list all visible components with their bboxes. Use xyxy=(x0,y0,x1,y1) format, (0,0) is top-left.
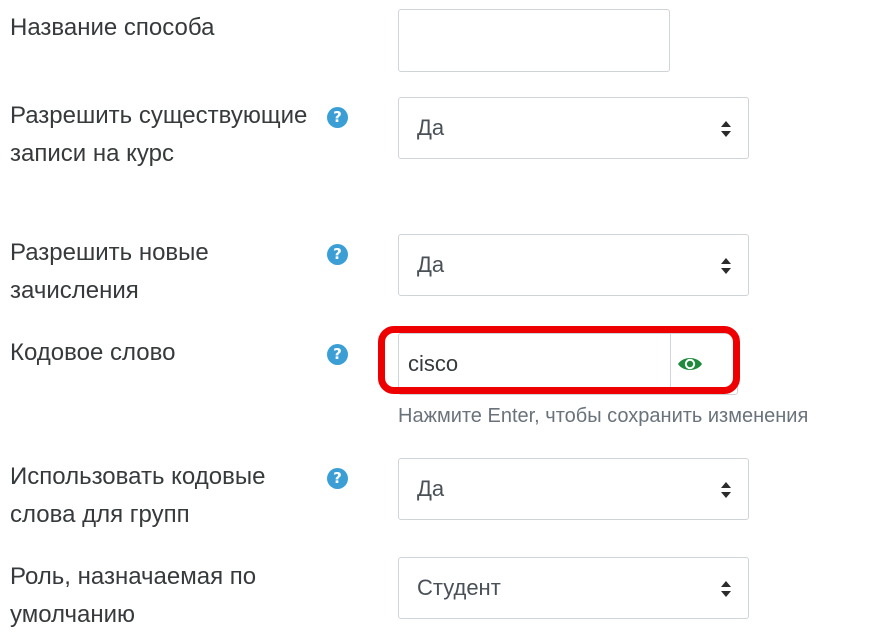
sort-arrows-icon xyxy=(721,482,731,498)
help-icon[interactable]: ? xyxy=(327,107,348,128)
allow-existing-select[interactable]: Да xyxy=(398,97,749,159)
divider xyxy=(670,334,671,394)
password-value[interactable]: cisco xyxy=(408,351,458,377)
help-icon[interactable]: ? xyxy=(327,344,348,365)
group-keys-value: Да xyxy=(417,476,445,501)
method-name-label: Название способа xyxy=(10,14,215,41)
sort-arrows-icon xyxy=(721,121,731,137)
allow-existing-label: Разрешить существующие записи на курс xyxy=(10,102,308,167)
default-role-label: Роль, назначаемая по умолчанию xyxy=(10,563,257,628)
password-label: Кодовое слово xyxy=(10,339,176,366)
password-field[interactable]: cisco xyxy=(398,333,738,395)
default-role-select[interactable]: Студент xyxy=(398,557,749,619)
eye-icon[interactable] xyxy=(677,354,703,374)
group-keys-select[interactable]: Да xyxy=(398,458,749,520)
method-name-input[interactable] xyxy=(398,9,670,72)
help-icon[interactable]: ? xyxy=(327,468,348,489)
allow-new-value: Да xyxy=(417,252,445,277)
default-role-value: Студент xyxy=(417,575,501,600)
allow-new-label: Разрешить новые зачисления xyxy=(10,239,209,304)
password-hint: Нажмите Enter, чтобы сохранить изменения xyxy=(398,405,809,427)
allow-existing-value: Да xyxy=(417,115,445,140)
help-icon[interactable]: ? xyxy=(327,244,348,265)
group-keys-label: Использовать кодовые слова для групп xyxy=(10,463,266,528)
sort-arrows-icon xyxy=(721,581,731,597)
sort-arrows-icon xyxy=(721,258,731,274)
allow-new-select[interactable]: Да xyxy=(398,234,749,296)
